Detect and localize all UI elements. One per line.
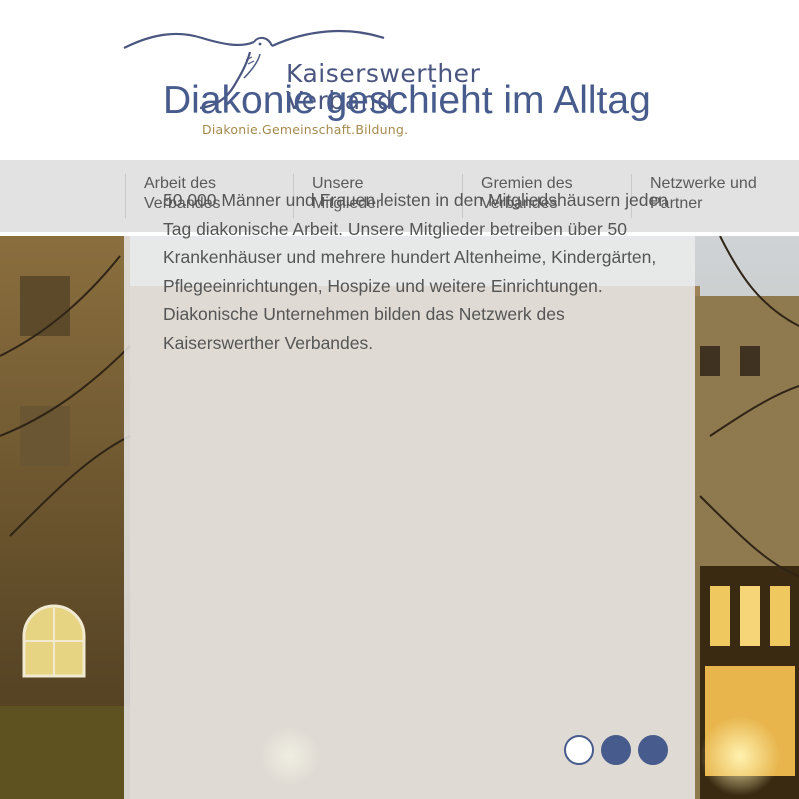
carousel-dot-2[interactable] [601,735,631,765]
carousel-dot-1[interactable] [564,735,594,765]
hero-paragraph-2: Diakonische Unternehmen bilden das Netzw… [163,304,565,353]
logo-tagline: Diakonie.Gemeinschaft.Bildung. [202,122,409,137]
carousel-dot-3[interactable] [638,735,668,765]
hero-text: 50.000 Männer und Frauen leisten in den … [163,186,673,358]
page: Kaiserswerther Verband Diakonie.Gemeinsc… [0,0,799,799]
hero-title: Diakonie geschieht im Alltag [163,79,651,122]
hero-paragraph-1: 50.000 Männer und Frauen leisten in den … [163,190,668,296]
